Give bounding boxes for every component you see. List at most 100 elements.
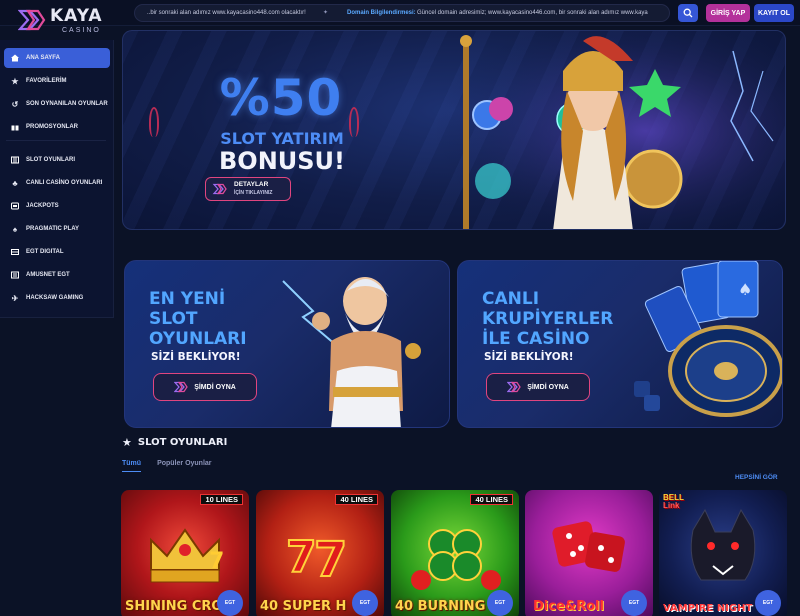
sidebar-item-label: PROMOSYONLAR	[26, 124, 79, 130]
search-icon	[683, 8, 693, 18]
roulette-cards-illustration: ♠	[634, 261, 782, 417]
promo-subtitle: SİZİ BEKLİYOR!	[484, 351, 574, 363]
section-title-slots: ★ SLOT OYUNLARI	[122, 436, 227, 449]
promo-title: EN YENİ SLOT OYUNLARI	[149, 289, 247, 349]
amusnet-icon	[4, 271, 26, 279]
promo-card-live-casino[interactable]: CANLI KRUPİYERLER İLE CASİNO SİZİ BEKLİY…	[457, 260, 783, 428]
home-icon	[4, 54, 26, 62]
sidebar-item-jackpots[interactable]: JACKPOTS	[4, 196, 110, 216]
game-card-shining-crown[interactable]: 7 10 LINES SHINING CRO EGT	[121, 490, 249, 616]
login-button[interactable]: GİRİŞ YAP	[706, 4, 750, 22]
promo-title-line: İLE CASİNO	[482, 329, 590, 349]
ticker-heading: Domain Bilgilendirmesi:	[347, 10, 416, 16]
ticker-text-2: Güncel domain adresimiz; www.kayacasino4…	[417, 10, 648, 16]
logo[interactable]: KAYA CASINO	[16, 3, 106, 35]
ticker-separator-icon: ✦	[323, 10, 329, 16]
jackpot-icon	[4, 202, 26, 210]
promo-title-line: EN YENİ	[149, 289, 226, 309]
sidebar-item-promotions[interactable]: PROMOSYONLAR	[4, 117, 110, 137]
hero-cta-text: DETAYLAR İÇİN TIKLAYINIZ	[234, 181, 272, 197]
logo-text: KAYA	[50, 6, 103, 26]
provider-badge: EGT	[487, 590, 513, 616]
goddess-illustration	[433, 31, 785, 229]
lines-badge: 40 LINES	[470, 494, 513, 505]
sidebar-item-label: AMUSNET EGT	[26, 272, 70, 278]
lines-badge: 40 LINES	[335, 494, 378, 505]
promo-title-line: KRUPİYERLER	[482, 309, 614, 329]
ticker-text-1: ..bir sonraki alan adımız www.kayacasino…	[147, 10, 306, 16]
sidebar-item-live-casino[interactable]: ♣ CANLI CASİNO OYUNLARI	[4, 173, 110, 193]
logo-mark-icon	[174, 381, 188, 393]
play-now-button[interactable]: ŞİMDİ OYNA	[486, 373, 590, 401]
sidebar-item-home[interactable]: ANA SAYFA	[4, 48, 110, 68]
logo-mark-icon	[507, 381, 521, 393]
game-card-40-super-hot[interactable]: 7 7 40 LINES 40 SUPER H EGT	[256, 490, 384, 616]
game-title: VAMPIRE NIGHT	[663, 603, 753, 614]
sidebar-item-label: FAVORİLERİM	[26, 78, 67, 84]
sidebar-item-label: EGT DIGITAL	[26, 249, 64, 255]
play-now-label: ŞİMDİ OYNA	[527, 383, 569, 391]
game-card-40-burning-hot[interactable]: 40 LINES 40 BURNING EGT	[391, 490, 519, 616]
promo-title-line: CANLI	[482, 289, 540, 309]
game-title: 40 SUPER H	[260, 599, 347, 614]
search-button[interactable]	[678, 4, 698, 22]
promo-card-slots[interactable]: EN YENİ SLOT OYUNLARI SİZİ BEKLİYOR! ŞİM…	[124, 260, 450, 428]
game-title: SHINING CRO	[125, 599, 223, 614]
svg-text:7: 7	[314, 532, 347, 588]
play-now-label: ŞİMDİ OYNA	[194, 383, 236, 391]
svg-text:7: 7	[286, 532, 317, 583]
announcement-ticker: ..bir sonraki alan adımız www.kayacasino…	[134, 4, 670, 22]
hero-cta-title: DETAYLAR	[234, 181, 269, 188]
logo-mark-icon	[212, 183, 227, 195]
tab-all[interactable]: Tümü	[122, 460, 142, 472]
lines-badge: 10 LINES	[200, 494, 243, 505]
game-card-vampire-night[interactable]: BELL Link VAMPIRE NIGHT EGT	[659, 490, 787, 616]
tab-popular[interactable]: Popüler Oyunlar	[157, 460, 211, 472]
sidebar-item-slots[interactable]: SLOT OYUNLARI	[4, 150, 110, 170]
slot-tabs: Tümü Popüler Oyunlar	[122, 460, 228, 472]
logo-subtext: CASINO	[62, 27, 101, 34]
sidebar-item-hacksaw[interactable]: ✈ HACKSAW GAMING	[4, 288, 110, 308]
sidebar-item-label: SLOT OYUNLARI	[26, 157, 75, 163]
zeus-illustration	[282, 277, 421, 427]
sidebar-item-label: ANA SAYFA	[26, 55, 60, 61]
svg-text:♠: ♠	[738, 280, 752, 299]
top-bar: KAYA CASINO ..bir sonraki alan adımız ww…	[0, 0, 800, 34]
see-all-link[interactable]: HEPSİNİ GÖR	[735, 474, 778, 481]
hero-banner[interactable]: %50 SLOT YATIRIM BONUSU! DETAYLAR İÇİN T…	[122, 30, 786, 230]
provider-badge: EGT	[352, 590, 378, 616]
hero-details-button[interactable]: DETAYLAR İÇİN TIKLAYINIZ	[205, 177, 291, 201]
promo-title-line: SLOT	[149, 309, 198, 329]
sidebar-item-label: PRAGMATIC PLAY	[26, 226, 80, 232]
sidebar-divider	[6, 140, 106, 141]
sidebar-item-favorites[interactable]: ★ FAVORİLERİM	[4, 71, 110, 91]
sidebar-item-pragmatic[interactable]: ♠ PRAGMATIC PLAY	[4, 219, 110, 239]
gift-icon	[4, 123, 26, 131]
sidebar-item-amusnet[interactable]: AMUSNET EGT	[4, 265, 110, 285]
provider-badge: EGT	[621, 590, 647, 616]
promo-subtitle: SİZİ BEKLİYOR!	[151, 351, 241, 363]
promo-title-line: OYUNLARI	[149, 329, 247, 349]
logo-mark-icon	[18, 9, 46, 31]
hero-percent: %50	[219, 69, 343, 127]
register-button[interactable]: KAYIT OL	[754, 4, 794, 22]
game-card-dice-and-roll[interactable]: Dice&Roll EGT	[525, 490, 653, 616]
sidebar-item-label: JACKPOTS	[26, 203, 59, 209]
slot-icon	[4, 156, 26, 164]
hero-subtitle: BONUSU!	[219, 147, 345, 175]
flame-left-icon	[149, 107, 159, 137]
history-icon: ↺	[11, 99, 19, 109]
game-title: Dice&Roll	[533, 599, 604, 614]
sidebar-item-egt-digital[interactable]: EGT DIGITAL	[4, 242, 110, 262]
hero-title: SLOT YATIRIM	[220, 129, 344, 148]
hero-cta-subtitle: İÇİN TIKLAYINIZ	[234, 190, 273, 196]
promo-title: CANLI KRUPİYERLER İLE CASİNO	[482, 289, 613, 349]
sidebar-item-label: SON OYNANILAN OYUNLAR	[26, 101, 108, 107]
sidebar-item-recent[interactable]: ↺ SON OYNANILAN OYUNLAR	[4, 94, 110, 114]
section-title-text: SLOT OYUNLARI	[137, 437, 228, 448]
cards-icon: ♣	[12, 178, 18, 188]
provider-badge: EGT	[217, 590, 243, 616]
star-icon: ★	[122, 436, 132, 449]
pragmatic-icon: ♠	[12, 224, 18, 234]
play-now-button[interactable]: ŞİMDİ OYNA	[153, 373, 257, 401]
